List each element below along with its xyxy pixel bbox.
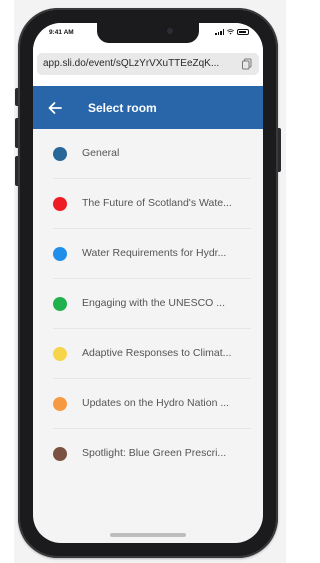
page-title: Select room — [88, 101, 157, 115]
room-color-dot — [53, 297, 67, 311]
room-label: Water Requirements for Hydr... — [82, 247, 227, 259]
room-color-dot — [53, 247, 67, 261]
room-item[interactable]: Updates on the Hydro Nation ... — [33, 379, 263, 429]
room-item[interactable]: Spotlight: Blue Green Prescri... — [33, 429, 263, 479]
volume-up-button — [15, 118, 18, 148]
room-item[interactable]: Adaptive Responses to Climat... — [33, 329, 263, 379]
arrow-left-icon[interactable] — [46, 99, 64, 117]
room-label: Updates on the Hydro Nation ... — [82, 397, 230, 409]
room-color-dot — [53, 147, 67, 161]
room-list: General The Future of Scotland's Wate... W… — [33, 129, 263, 479]
volume-down-button — [15, 156, 18, 186]
room-color-dot — [53, 347, 67, 361]
room-label: Spotlight: Blue Green Prescri... — [82, 447, 227, 459]
copy-icon[interactable] — [241, 58, 253, 70]
wifi-icon — [227, 29, 234, 35]
battery-icon — [237, 29, 249, 35]
room-item[interactable]: Water Requirements for Hydr... — [33, 229, 263, 279]
room-label: Engaging with the UNESCO ... — [82, 297, 225, 309]
room-label: General — [82, 147, 120, 159]
room-item[interactable]: General — [33, 129, 263, 179]
phone-frame: 9:41 AM app.sli.do/event/sQLzYrVXuTTEeZq… — [15, 8, 281, 558]
url-text: app.sli.do/event/sQLzYrVXuTTEeZqK... — [43, 58, 220, 69]
signal-icon — [215, 29, 224, 35]
room-label: The Future of Scotland's Wate... — [82, 197, 232, 209]
home-indicator — [110, 533, 186, 537]
room-color-dot — [53, 397, 67, 411]
browser-url-bar: app.sli.do/event/sQLzYrVXuTTEeZqK... — [33, 43, 263, 86]
phone-screen: 9:41 AM app.sli.do/event/sQLzYrVXuTTEeZq… — [33, 23, 263, 543]
notch — [97, 23, 199, 43]
room-color-dot — [53, 447, 67, 461]
power-button — [278, 128, 281, 172]
camera-icon — [167, 28, 173, 34]
room-item[interactable]: The Future of Scotland's Wate... — [33, 179, 263, 229]
status-icons — [215, 29, 249, 35]
mute-switch — [15, 88, 18, 106]
room-color-dot — [53, 197, 67, 211]
url-field[interactable]: app.sli.do/event/sQLzYrVXuTTEeZqK... — [37, 53, 259, 75]
room-label: Adaptive Responses to Climat... — [82, 347, 232, 359]
app-header: Select room — [33, 86, 263, 129]
status-time: 9:41 AM — [49, 29, 74, 36]
room-item[interactable]: Engaging with the UNESCO ... — [33, 279, 263, 329]
